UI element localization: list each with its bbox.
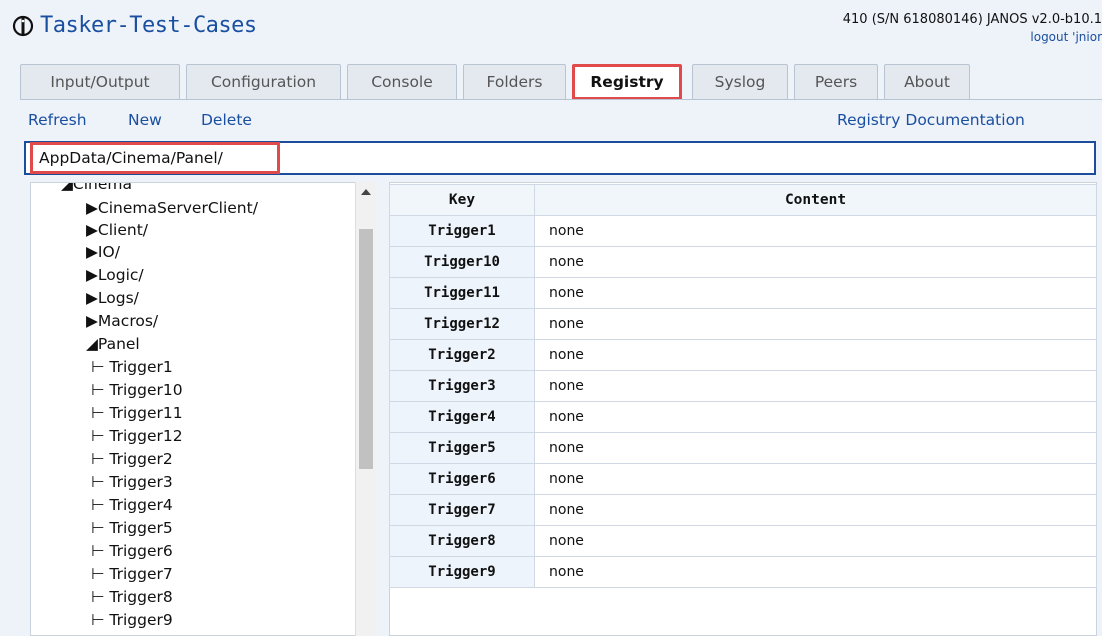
table-row[interactable]: Trigger7 none: [389, 494, 1097, 526]
registry-tree: ◢Cinema ▶CinemaServerClient/ ▶Client/ ▶I…: [30, 182, 376, 636]
row-content[interactable]: none: [534, 401, 1097, 433]
tree-leaf-trigger9[interactable]: ⊢ Trigger9: [91, 611, 173, 629]
tab-console[interactable]: Console: [347, 64, 457, 100]
tree-leaf-trigger6[interactable]: ⊢ Trigger6: [91, 542, 173, 560]
tree-leaf-trigger1[interactable]: ⊢ Trigger1: [91, 358, 173, 376]
device-info: 410 (S/N 618080146) JANOS v2.0-b10.1: [842, 12, 1102, 27]
row-key: Trigger11: [389, 277, 535, 309]
row-content[interactable]: none: [534, 525, 1097, 557]
path-input[interactable]: AppData/Cinema/Panel/: [30, 142, 280, 174]
table-row[interactable]: Trigger6 none: [389, 463, 1097, 495]
table-row[interactable]: Trigger1 none: [389, 215, 1097, 247]
tab-input-output[interactable]: Input/Output: [20, 64, 180, 100]
table-row[interactable]: Trigger5 none: [389, 432, 1097, 464]
row-content[interactable]: none: [534, 463, 1097, 495]
tree-node-io[interactable]: ▶IO/: [86, 243, 120, 261]
tree-node-cinema[interactable]: ◢Cinema: [61, 183, 132, 193]
registry-documentation-link[interactable]: Registry Documentation: [837, 111, 1025, 129]
row-content[interactable]: none: [534, 277, 1097, 309]
tab-syslog[interactable]: Syslog: [692, 64, 788, 100]
tree-leaf-trigger7[interactable]: ⊢ Trigger7: [91, 565, 173, 583]
tab-folders[interactable]: Folders: [463, 64, 566, 100]
row-content[interactable]: none: [534, 494, 1097, 526]
row-content[interactable]: none: [534, 370, 1097, 402]
registry-table: Key Content Trigger1 none Trigger10 none T…: [389, 184, 1097, 588]
tree-leaf-trigger4[interactable]: ⊢ Trigger4: [91, 496, 173, 514]
tree-leaf-trigger5[interactable]: ⊢ Trigger5: [91, 519, 173, 537]
table-row[interactable]: Trigger4 none: [389, 401, 1097, 433]
row-content[interactable]: none: [534, 215, 1097, 247]
header: Tasker-Test-Cases 410 (S/N 618080146) JA…: [0, 0, 1102, 62]
tree-node-macros[interactable]: ▶Macros/: [86, 312, 158, 330]
tree-leaf-trigger12[interactable]: ⊢ Trigger12: [91, 427, 183, 445]
tree-node-client[interactable]: ▶Client/: [86, 221, 148, 239]
tab-divider: [20, 99, 1102, 100]
refresh-button[interactable]: Refresh: [28, 111, 87, 129]
row-key: Trigger9: [389, 556, 535, 588]
tree-node-cinemaserverclient[interactable]: ▶CinemaServerClient/: [86, 199, 258, 217]
new-button[interactable]: New: [128, 111, 162, 129]
row-key: Trigger5: [389, 432, 535, 464]
table-row[interactable]: Trigger11 none: [389, 277, 1097, 309]
tree-leaf-trigger2[interactable]: ⊢ Trigger2: [91, 450, 173, 468]
tree-leaf-trigger8[interactable]: ⊢ Trigger8: [91, 588, 173, 606]
column-header-key[interactable]: Key: [389, 184, 535, 216]
row-key: Trigger6: [389, 463, 535, 495]
tree-scrollbar[interactable]: [355, 182, 376, 636]
row-content[interactable]: none: [534, 432, 1097, 464]
jnior-logo-icon: [12, 15, 34, 37]
scroll-thumb[interactable]: [359, 229, 373, 469]
column-header-content[interactable]: Content: [534, 184, 1097, 216]
tab-registry[interactable]: Registry: [572, 64, 682, 100]
tree-node-panel[interactable]: ◢Panel: [86, 335, 140, 353]
table-row[interactable]: Trigger12 none: [389, 308, 1097, 340]
tab-about[interactable]: About: [884, 64, 970, 100]
row-key: Trigger12: [389, 308, 535, 340]
tree-node-logs[interactable]: ▶Logs/: [86, 289, 139, 307]
table-row[interactable]: Trigger8 none: [389, 525, 1097, 557]
row-key: Trigger2: [389, 339, 535, 371]
row-key: Trigger1: [389, 215, 535, 247]
table-row[interactable]: Trigger9 none: [389, 556, 1097, 588]
row-content[interactable]: none: [534, 339, 1097, 371]
scroll-up-arrow-icon[interactable]: [361, 189, 371, 195]
table-row[interactable]: Trigger3 none: [389, 370, 1097, 402]
row-key: Trigger3: [389, 370, 535, 402]
tab-configuration[interactable]: Configuration: [186, 64, 341, 100]
row-key: Trigger10: [389, 246, 535, 278]
row-content[interactable]: none: [534, 246, 1097, 278]
row-key: Trigger8: [389, 525, 535, 557]
app-title: Tasker-Test-Cases: [40, 13, 257, 38]
table-row[interactable]: Trigger2 none: [389, 339, 1097, 371]
delete-button[interactable]: Delete: [201, 111, 252, 129]
table-row[interactable]: Trigger10 none: [389, 246, 1097, 278]
row-key: Trigger7: [389, 494, 535, 526]
logout-link[interactable]: logout 'jnior: [1030, 30, 1102, 44]
tree-leaf-trigger11[interactable]: ⊢ Trigger11: [91, 404, 183, 422]
tree-leaf-trigger10[interactable]: ⊢ Trigger10: [91, 381, 183, 399]
row-content[interactable]: none: [534, 556, 1097, 588]
row-key: Trigger4: [389, 401, 535, 433]
tab-peers[interactable]: Peers: [794, 64, 878, 100]
row-content[interactable]: none: [534, 308, 1097, 340]
tree-node-logic[interactable]: ▶Logic/: [86, 266, 144, 284]
tree-leaf-trigger3[interactable]: ⊢ Trigger3: [91, 473, 173, 491]
